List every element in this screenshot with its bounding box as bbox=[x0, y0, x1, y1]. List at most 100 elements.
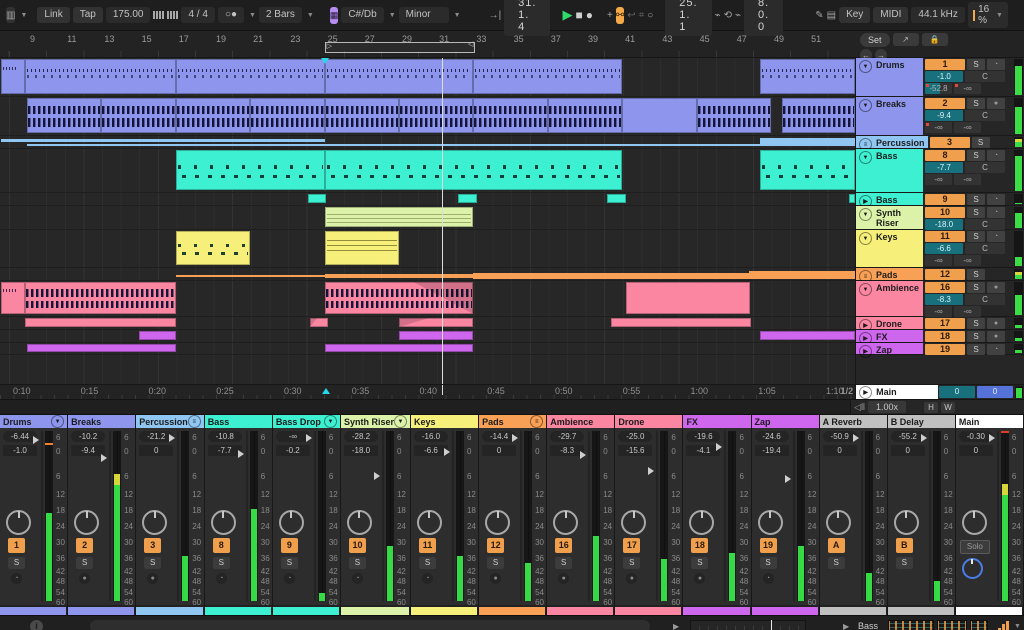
solo-button[interactable]: S bbox=[418, 557, 436, 569]
pan-knob[interactable] bbox=[689, 510, 715, 535]
fader-track[interactable] bbox=[588, 431, 591, 601]
fader-value[interactable]: 0 bbox=[890, 445, 925, 456]
pan-knob[interactable] bbox=[485, 510, 511, 535]
pan-knob[interactable] bbox=[961, 510, 987, 535]
arm-button[interactable]: ◔ bbox=[987, 207, 1005, 218]
track-pan-field[interactable]: C bbox=[965, 110, 1005, 121]
fold-icon[interactable]: ▼ bbox=[859, 60, 872, 73]
fader-value[interactable]: -9.4 bbox=[71, 445, 106, 456]
output-level-value[interactable]: -24.6 bbox=[754, 431, 789, 442]
track-volume-field[interactable]: -8.3 bbox=[925, 294, 963, 305]
re-enable-automation-icon[interactable]: ↩ bbox=[627, 7, 635, 23]
track-number-button[interactable]: 3 bbox=[929, 137, 970, 148]
track-header-zap[interactable]: ▶ Zap 19 S ◔ bbox=[856, 343, 1024, 358]
mixer-track-name[interactable]: FX bbox=[686, 417, 698, 427]
fader-value[interactable]: 0 bbox=[482, 445, 517, 456]
height-zoom-button[interactable]: H bbox=[924, 401, 939, 413]
pan-knob[interactable] bbox=[416, 510, 442, 535]
output-level-value[interactable]: -21.2 bbox=[139, 431, 174, 442]
clip-breaks[interactable] bbox=[398, 98, 474, 133]
track-number-button[interactable]: 19 bbox=[925, 344, 965, 355]
device-chain-thumbnail[interactable] bbox=[970, 620, 988, 630]
fader-value[interactable]: -4.1 bbox=[686, 445, 721, 456]
solo-button[interactable]: S bbox=[967, 231, 985, 242]
solo-button[interactable]: S bbox=[212, 557, 230, 569]
fader-handle[interactable] bbox=[443, 447, 450, 456]
arm-button[interactable]: ● bbox=[79, 573, 91, 584]
solo-button[interactable]: S bbox=[144, 557, 162, 569]
pan-knob[interactable] bbox=[346, 510, 372, 535]
clip-pads[interactable] bbox=[175, 275, 325, 277]
track-activator-button[interactable]: 9 bbox=[280, 538, 298, 553]
solo-button[interactable]: S bbox=[967, 269, 985, 280]
track-volume-field[interactable]: -6.6 bbox=[925, 243, 963, 254]
clip-keys[interactable] bbox=[324, 231, 399, 265]
arm-button[interactable]: ● bbox=[147, 573, 159, 584]
solo-button[interactable]: S bbox=[967, 344, 985, 355]
clip-drums[interactable] bbox=[0, 59, 26, 94]
track-header-bassdrop[interactable]: ▶Bass Drop9S◔ bbox=[856, 193, 1024, 215]
clip-drone[interactable] bbox=[309, 318, 329, 327]
width-zoom-button[interactable]: W bbox=[941, 401, 956, 413]
mixer-track-name[interactable]: Drums bbox=[3, 417, 32, 427]
clip-breaks[interactable] bbox=[101, 98, 176, 133]
fader-value[interactable]: -7.7 bbox=[207, 445, 242, 456]
track-number-button[interactable]: 10 bbox=[925, 207, 965, 218]
solo-button[interactable]: S bbox=[8, 557, 25, 569]
send-field[interactable]: -∞ bbox=[954, 122, 981, 133]
output-level-value[interactable]: -6.44 bbox=[3, 431, 37, 442]
lane-ambience[interactable] bbox=[0, 281, 855, 317]
loop-switch-icon[interactable]: ⟲ bbox=[724, 7, 732, 23]
track-activator-button[interactable]: 1 bbox=[8, 538, 25, 553]
track-header-ambience[interactable]: ▼ Ambience 16 S ● -8.3 C -∞ -∞ bbox=[856, 281, 1024, 317]
locator-marker[interactable] bbox=[320, 58, 329, 64]
clip-zap[interactable] bbox=[324, 344, 474, 352]
output-level-value[interactable]: -25.0 bbox=[618, 431, 653, 442]
fader-track[interactable] bbox=[996, 431, 999, 601]
send-field[interactable]: -∞ bbox=[954, 255, 981, 266]
mixer-track-name[interactable]: Ambience bbox=[550, 417, 593, 427]
send-field[interactable]: -∞ bbox=[954, 174, 981, 185]
fader-value[interactable]: 0 bbox=[822, 445, 857, 456]
arm-button[interactable]: ● bbox=[558, 573, 570, 584]
clip-ambience[interactable] bbox=[0, 282, 26, 314]
draw-automation-icon[interactable]: ↗ bbox=[892, 33, 919, 46]
clip-breaks[interactable] bbox=[547, 98, 623, 133]
follow-icon[interactable]: →| bbox=[489, 7, 502, 23]
main-track-header[interactable]: ▶ Main 0 0 bbox=[855, 385, 1024, 399]
solo-button[interactable]: S bbox=[967, 59, 985, 70]
clip-overview[interactable] bbox=[690, 619, 806, 630]
fader-track[interactable] bbox=[928, 431, 931, 601]
device-chain-play-icon[interactable]: ▶ bbox=[843, 622, 849, 630]
lane-pads[interactable] bbox=[0, 268, 855, 281]
mixer-track-name[interactable]: Keys bbox=[414, 417, 436, 427]
output-level-value[interactable]: -16.0 bbox=[413, 431, 448, 442]
pan-knob[interactable] bbox=[893, 510, 919, 535]
output-level-value[interactable]: -14.4 bbox=[482, 431, 517, 442]
mixer-track-name[interactable]: Main bbox=[959, 417, 980, 427]
track-activator-button[interactable]: 11 bbox=[418, 538, 436, 553]
clip-fx[interactable] bbox=[398, 331, 474, 340]
solo-button[interactable]: S bbox=[280, 557, 298, 569]
arm-button[interactable]: ● bbox=[490, 573, 502, 584]
clip-keys[interactable] bbox=[175, 231, 251, 265]
track-header-keys[interactable]: ▼ Keys 11 S ◔ -6.6 C -∞ -∞ bbox=[856, 230, 1024, 268]
fader-track[interactable] bbox=[41, 431, 43, 601]
output-level-value[interactable]: -10.8 bbox=[207, 431, 242, 442]
send-field[interactable]: -∞ bbox=[954, 306, 981, 317]
clip-overview-play-icon[interactable]: ▶ bbox=[673, 622, 679, 630]
scale-root-menu[interactable]: C#/Db bbox=[341, 7, 384, 23]
track-activator-button[interactable]: 2 bbox=[76, 538, 94, 553]
fader-handle[interactable] bbox=[512, 434, 519, 442]
fader-handle[interactable] bbox=[373, 471, 380, 480]
pan-knob[interactable] bbox=[6, 510, 31, 535]
lane-breaks[interactable] bbox=[0, 97, 855, 136]
send-field[interactable]: -∞ bbox=[925, 122, 952, 133]
output-level-value[interactable]: -28.2 bbox=[343, 431, 378, 442]
tap-tempo-button[interactable]: Tap bbox=[72, 7, 103, 23]
arm-button[interactable]: ● bbox=[987, 282, 1005, 293]
solo-button[interactable]: S bbox=[827, 557, 845, 569]
solo-button[interactable]: S bbox=[623, 557, 641, 569]
lane-bassdrop[interactable] bbox=[0, 193, 855, 206]
clip-ambience[interactable] bbox=[625, 282, 751, 314]
